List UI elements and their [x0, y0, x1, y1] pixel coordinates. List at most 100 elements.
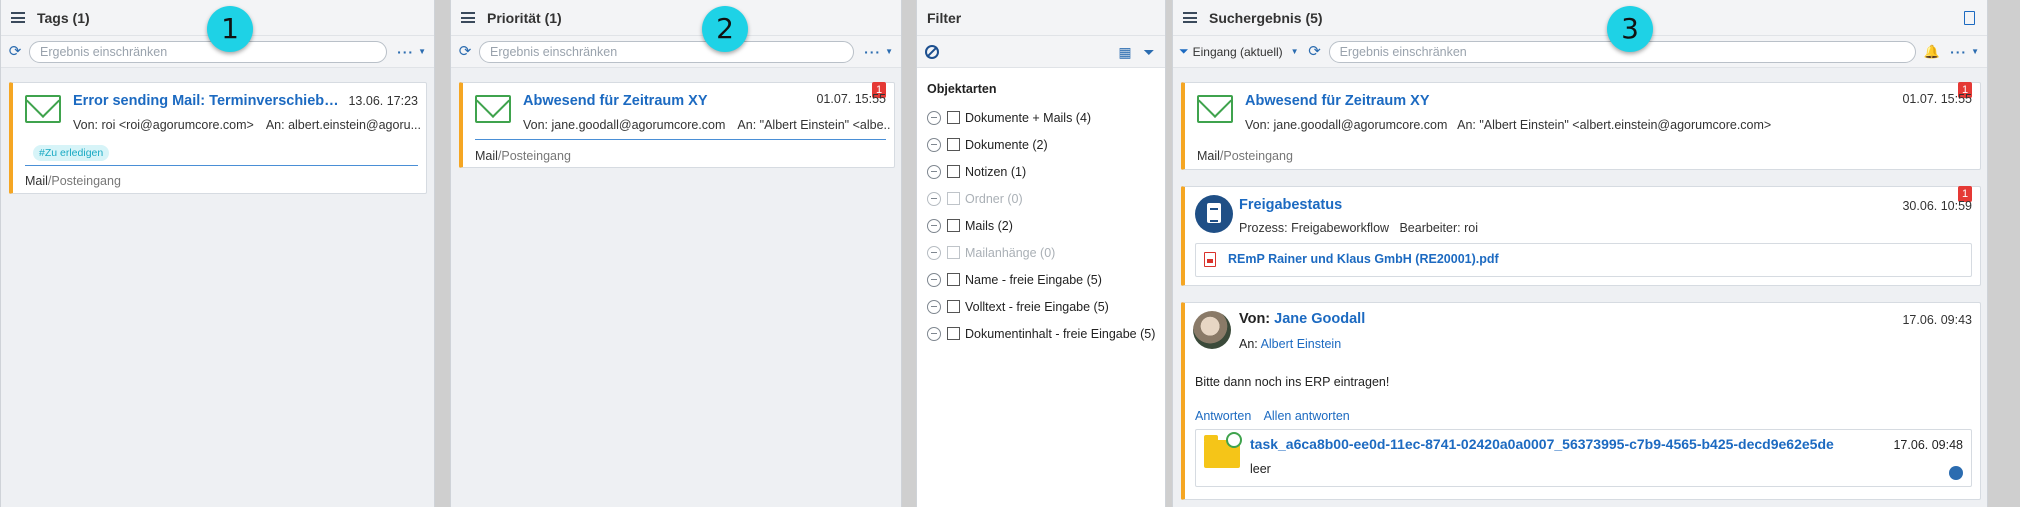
chevron-down-icon[interactable]: ▼: [885, 47, 893, 56]
step-badge: 2: [702, 6, 748, 52]
reply-all-link[interactable]: Allen antworten: [1264, 409, 1350, 423]
filter-option: Mailanhänge (0): [927, 239, 1155, 266]
priority-header: Priorität (1) 2: [451, 0, 901, 52]
filter-panel: Filter ▦ ⏷ Objektarten Dokumente + Mails…: [916, 0, 1166, 507]
panel-title: Suchergebnis (5): [1209, 9, 1323, 26]
checkbox[interactable]: [947, 219, 960, 232]
item-title[interactable]: Error sending Mail: Terminverschiebu...: [73, 93, 343, 109]
filter-option[interactable]: Dokumente (2): [927, 131, 1155, 158]
exclude-icon[interactable]: [927, 272, 941, 287]
attachment[interactable]: REmP Rainer und Klaus GmbH (RE20001).pdf: [1195, 243, 1972, 277]
list-item[interactable]: Error sending Mail: Terminverschiebu... …: [9, 82, 427, 194]
item-date: 30.06. 10:59: [1902, 199, 1972, 213]
list-item[interactable]: Von: Jane Goodall 17.06. 09:43 An: Alber…: [1181, 302, 1981, 500]
item-title[interactable]: Freigabestatus: [1239, 197, 1342, 213]
checkbox[interactable]: [947, 273, 960, 286]
bell-icon[interactable]: 🔔: [1924, 44, 1940, 60]
chevron-down-icon[interactable]: ▼: [1971, 47, 1979, 56]
more-button[interactable]: ···: [1950, 44, 1967, 60]
exclude-icon: [927, 245, 941, 260]
inbox-select[interactable]: Eingang (aktuell): [1193, 45, 1283, 59]
list-item[interactable]: 1 Freigabestatus 30.06. 10:59 Prozess: F…: [1181, 186, 1981, 286]
more-button[interactable]: ···: [397, 44, 414, 60]
result-header: Suchergebnis (5) 3: [1173, 0, 1987, 52]
avatar: [1193, 311, 1231, 349]
checkbox[interactable]: [947, 138, 960, 151]
priority-panel: Priorität (1) 2 ⟳ ··· ▼ 1 Abwesend für Ze…: [450, 0, 902, 507]
clear-filter-icon[interactable]: [925, 44, 939, 59]
item-meta: Prozess: Freigabeworkflow Bearbeiter: ro…: [1239, 221, 1478, 235]
attachment-name[interactable]: REmP Rainer und Klaus GmbH (RE20001).pdf: [1228, 252, 1499, 266]
menu-icon[interactable]: [461, 12, 475, 23]
workflow-icon: [1195, 195, 1233, 233]
checkbox[interactable]: [947, 327, 960, 340]
search-input[interactable]: [479, 40, 855, 63]
checkbox[interactable]: [947, 300, 960, 313]
item-meta: Von: jane.goodall@agorumcore.com An: "Al…: [1245, 118, 1772, 132]
item-path[interactable]: Mail/Posteingang: [25, 174, 121, 188]
chevron-down-icon[interactable]: ▼: [418, 47, 426, 56]
checkbox: [947, 192, 960, 205]
filter-option[interactable]: Dokumente + Mails (4): [927, 104, 1155, 131]
item-title[interactable]: Abwesend für Zeitraum XY: [1245, 93, 1430, 109]
refresh-icon[interactable]: ⟳: [1307, 43, 1323, 60]
filter-option[interactable]: Volltext - freie Eingabe (5): [927, 293, 1155, 320]
pdf-icon: [1204, 252, 1216, 267]
task-item[interactable]: task_a6ca8b00-ee0d-11ec-8741-02420a0a000…: [1195, 429, 1972, 487]
step-badge: 1: [207, 6, 253, 52]
result-toolbar: ⏷ Eingang (aktuell) ▼ ⟳ 🔔 ··· ▼: [1173, 36, 1987, 68]
exclude-icon[interactable]: [927, 218, 941, 233]
search-input[interactable]: [29, 40, 388, 63]
filter-option: Ordner (0): [927, 185, 1155, 212]
chevron-down-icon[interactable]: ▼: [1291, 47, 1299, 56]
step-badge: 3: [1607, 6, 1653, 52]
item-title[interactable]: Von: Jane Goodall: [1239, 311, 1365, 327]
filter-funnel-icon[interactable]: ⏷: [1141, 44, 1157, 60]
filter-heading: Objektarten: [927, 82, 997, 96]
exclude-icon[interactable]: [927, 164, 941, 179]
menu-icon[interactable]: [1183, 12, 1197, 23]
item-recipient: An: Albert Einstein: [1239, 337, 1342, 351]
message-body: Bitte dann noch ins ERP eintragen!: [1195, 375, 1390, 389]
item-date: 17.06. 09:43: [1902, 313, 1972, 327]
divider: [25, 165, 418, 166]
filter-option[interactable]: Notizen (1): [927, 158, 1155, 185]
reply-link[interactable]: Antworten: [1195, 409, 1251, 423]
document-icon[interactable]: [1964, 11, 1975, 25]
funnel-icon[interactable]: ⏷: [1179, 44, 1189, 59]
list-item[interactable]: 1 Abwesend für Zeitraum XY 01.07. 15:55 …: [1181, 82, 1981, 170]
exclude-icon[interactable]: [927, 326, 941, 341]
magnifier-icon[interactable]: [1949, 466, 1963, 480]
item-path[interactable]: Mail/Posteingang: [1197, 149, 1293, 163]
mail-icon: [1197, 95, 1233, 123]
filter-toolbar: ▦ ⏷: [917, 36, 1165, 68]
exclude-icon[interactable]: [927, 299, 941, 314]
list-item[interactable]: 1 Abwesend für Zeitraum XY 01.07. 15:55 …: [459, 82, 895, 168]
filter-option[interactable]: Dokumentinhalt - freie Eingabe (5): [927, 320, 1155, 347]
check-icon: [1226, 432, 1242, 448]
checkbox[interactable]: [947, 165, 960, 178]
tags-panel: Tags (1) 1 ⟳ ··· ▼ Error sending Mail: Te…: [0, 0, 435, 507]
filter-option[interactable]: Name - freie Eingabe (5): [927, 266, 1155, 293]
checkbox: [947, 246, 960, 259]
filter-header: Filter: [917, 0, 1165, 36]
refresh-icon[interactable]: ⟳: [7, 43, 23, 60]
exclude-icon: [927, 191, 941, 206]
divider: [475, 139, 886, 140]
filter-list: Objektarten Dokumente + Mails (4) Dokume…: [917, 68, 1165, 361]
filter-option[interactable]: Mails (2): [927, 212, 1155, 239]
refresh-icon[interactable]: ⟳: [457, 43, 473, 60]
item-title[interactable]: Abwesend für Zeitraum XY: [523, 93, 708, 109]
exclude-icon[interactable]: [927, 137, 941, 152]
filter-grid-icon[interactable]: ▦: [1117, 44, 1133, 60]
exclude-icon[interactable]: [927, 110, 941, 125]
item-date: 01.07. 15:55: [1902, 92, 1972, 106]
result-panel: Suchergebnis (5) 3 ⏷ Eingang (aktuell) ▼ …: [1172, 0, 1988, 507]
checkbox[interactable]: [947, 111, 960, 124]
task-title[interactable]: task_a6ca8b00-ee0d-11ec-8741-02420a0a000…: [1250, 436, 1834, 452]
menu-icon[interactable]: [11, 12, 25, 23]
tag-chip[interactable]: #Zu erledigen: [33, 145, 110, 161]
item-path[interactable]: Mail/Posteingang: [475, 149, 571, 163]
more-button[interactable]: ···: [864, 44, 881, 60]
panel-title: Priorität (1): [487, 9, 562, 26]
